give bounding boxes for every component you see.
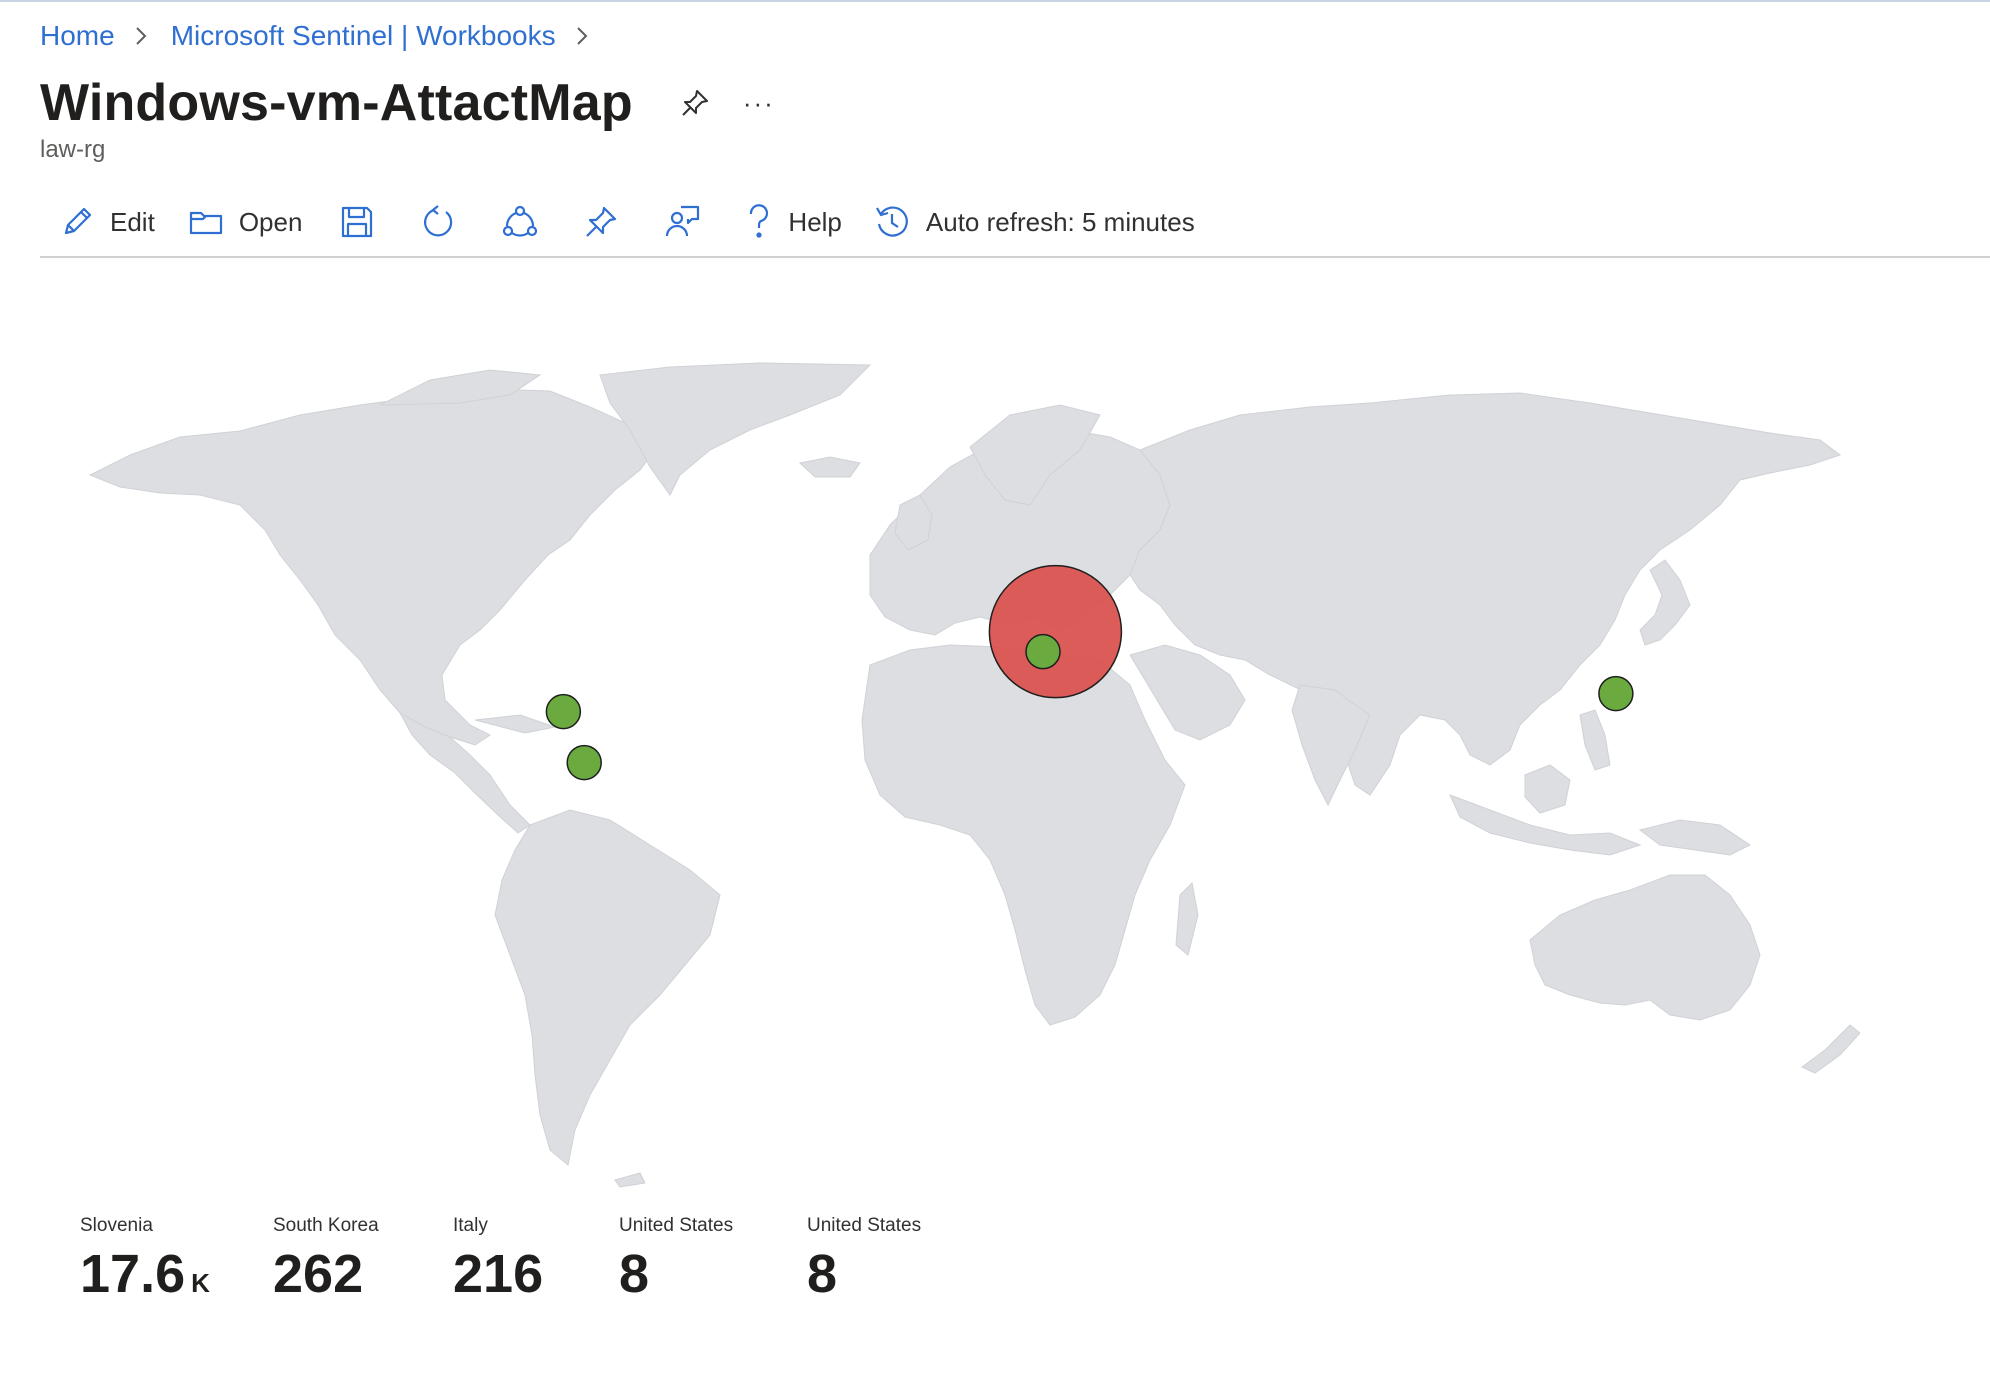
auto-refresh-button[interactable]: Auto refresh: 5 minutes (868, 196, 1201, 248)
tile-value: 216 (453, 1243, 543, 1305)
tile-label: United States (807, 1215, 922, 1236)
share-button[interactable] (496, 196, 544, 248)
tile-slovenia[interactable]: Slovenia 17.6 K (80, 1215, 210, 1305)
australia-shape (1529, 874, 1761, 1021)
tile-united-states-2[interactable]: United States 8 (807, 1215, 921, 1305)
map-bubble-united-states[interactable] (545, 693, 582, 730)
open-label: Open (238, 206, 303, 237)
map-bubble-united-states[interactable] (566, 744, 602, 781)
question-mark-icon (746, 204, 772, 240)
refresh-icon (420, 204, 456, 240)
map-bubble-south-korea[interactable] (1598, 675, 1634, 712)
save-icon (340, 205, 374, 239)
africa-shape (861, 644, 1186, 1026)
world-map[interactable] (70, 355, 1860, 1195)
philippines-shape (1579, 709, 1611, 771)
pin-button[interactable] (578, 196, 624, 248)
more-options-icon[interactable]: ··· (743, 88, 775, 119)
north-america-shape (88, 388, 656, 746)
tile-number: 216 (453, 1244, 544, 1304)
land-masses (88, 362, 1860, 1188)
save-button[interactable] (334, 196, 380, 248)
japan-shape (1639, 559, 1691, 646)
tile-label: United States (619, 1215, 734, 1236)
breadcrumb-workbooks[interactable]: Microsoft Sentinel | Workbooks (171, 20, 556, 52)
toolbar-divider (40, 256, 1990, 258)
map-bubble-slovenia[interactable] (988, 564, 1123, 699)
page-title: Windows-vm-AttactMap (40, 74, 633, 132)
map-bubble-italy[interactable] (1025, 633, 1061, 670)
iceland-shape (798, 456, 861, 478)
chevron-right-icon (574, 27, 590, 45)
tile-number: 8 (619, 1244, 650, 1304)
edit-button[interactable]: Edit (54, 196, 161, 248)
open-button[interactable]: Open (183, 196, 309, 248)
tile-number: 8 (807, 1244, 838, 1304)
tile-label: Italy (453, 1215, 488, 1236)
asia-shape (1129, 392, 1842, 796)
antarctica-fragment-shape (614, 1172, 646, 1188)
command-bar: Edit Open Help Auto refresh: 5 minutes (40, 196, 1201, 248)
share-icon (502, 204, 538, 240)
new-zealand-shape (1801, 1024, 1860, 1074)
tile-south-korea[interactable]: South Korea 262 (273, 1215, 379, 1305)
pin-icon[interactable] (675, 83, 715, 123)
tile-value: 262 (273, 1243, 379, 1305)
tile-value: 8 (619, 1243, 733, 1305)
resource-group-label: law-rg (40, 136, 106, 163)
breadcrumb: Home Microsoft Sentinel | Workbooks (40, 18, 612, 54)
tile-value: 8 (807, 1243, 921, 1305)
tile-united-states-1[interactable]: United States 8 (619, 1215, 733, 1305)
refresh-button[interactable] (414, 196, 462, 248)
feedback-icon (664, 204, 700, 240)
feedback-button[interactable] (658, 196, 706, 248)
tile-italy[interactable]: Italy 216 (453, 1215, 543, 1305)
south-america-shape (494, 809, 721, 1166)
tile-number: 262 (273, 1244, 364, 1304)
history-icon (874, 204, 910, 240)
folder-open-icon (189, 205, 223, 239)
new-guinea-shape (1638, 819, 1751, 856)
pencil-icon (60, 205, 94, 239)
tile-value: 17.6 K (80, 1243, 210, 1305)
cuba-shape (474, 714, 557, 734)
tile-number: 17.6 (80, 1244, 186, 1304)
chevron-right-icon (133, 27, 149, 45)
pin-icon (584, 205, 618, 239)
borneo-shape (1524, 764, 1571, 814)
madagascar-shape (1175, 881, 1199, 956)
breadcrumb-home[interactable]: Home (40, 20, 115, 52)
auto-refresh-label: Auto refresh: 5 minutes (925, 206, 1195, 237)
help-label: Help (788, 206, 842, 237)
tile-label: South Korea (273, 1215, 379, 1236)
title-row: Windows-vm-AttactMap ··· (40, 72, 775, 134)
tile-unit: K (191, 1268, 210, 1298)
tile-label: Slovenia (80, 1215, 153, 1236)
help-button[interactable]: Help (740, 196, 847, 248)
edit-label: Edit (110, 206, 155, 237)
top-border (0, 0, 1990, 2)
